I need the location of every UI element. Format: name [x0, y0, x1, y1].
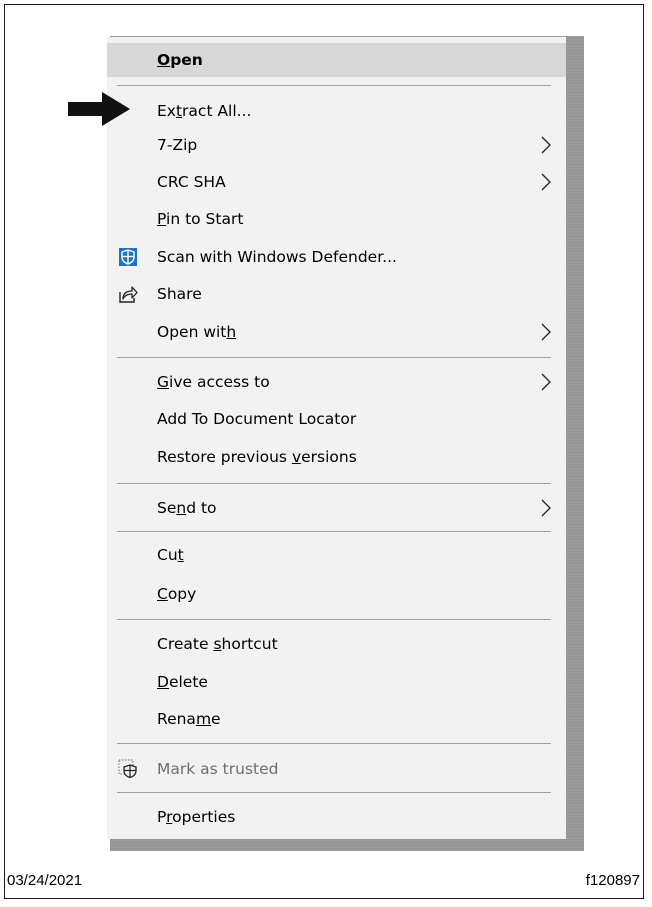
- menu-separator: [117, 531, 551, 532]
- share-icon: [119, 286, 138, 303]
- menu-item-label: Restore previous versions: [157, 448, 357, 466]
- menu-item-label: Pin to Start: [157, 210, 244, 228]
- menu-item-cut[interactable]: Cut: [107, 538, 566, 572]
- menu-item-share[interactable]: Share: [107, 277, 566, 311]
- menu-item-label: Extract All...: [157, 102, 252, 120]
- menu-separator: [117, 792, 551, 793]
- menu-item-label: Delete: [157, 673, 208, 691]
- menu-item-7zip[interactable]: 7-Zip: [107, 128, 566, 162]
- mark-trusted-shield-icon: [118, 759, 137, 779]
- menu-item-restore-previous-versions[interactable]: Restore previous versions: [107, 440, 566, 474]
- chevron-right-icon: [541, 499, 551, 517]
- menu-item-send-to[interactable]: Send to: [107, 491, 566, 525]
- menu-item-open-with[interactable]: Open with: [107, 315, 566, 349]
- menu-separator: [117, 85, 551, 86]
- menu-separator: [117, 357, 551, 358]
- menu-item-properties[interactable]: Properties: [107, 800, 566, 834]
- windows-defender-shield-icon: [119, 248, 137, 266]
- menu-item-scan-defender[interactable]: Scan with Windows Defender...: [107, 240, 566, 274]
- menu-item-label: Give access to: [157, 373, 270, 391]
- right-arrow-icon: [68, 92, 130, 126]
- menu-item-copy[interactable]: Copy: [107, 577, 566, 611]
- menu-item-crc-sha[interactable]: CRC SHA: [107, 165, 566, 199]
- menu-item-label: Open with: [157, 323, 237, 341]
- menu-item-add-to-document-locator[interactable]: Add To Document Locator: [107, 402, 566, 436]
- menu-separator: [117, 483, 551, 484]
- menu-item-label: Cut: [157, 546, 184, 564]
- chevron-right-icon: [541, 323, 551, 341]
- menu-item-label: CRC SHA: [157, 173, 226, 191]
- menu-item-label: Rename: [157, 710, 221, 728]
- figure-date: 03/24/2021: [7, 872, 83, 889]
- chevron-right-icon: [541, 373, 551, 391]
- menu-item-label: Properties: [157, 808, 236, 826]
- menu-item-label: Scan with Windows Defender...: [157, 248, 397, 266]
- chevron-right-icon: [541, 173, 551, 191]
- menu-item-label: Mark as trusted: [157, 760, 279, 778]
- menu-item-label: Create shortcut: [157, 635, 278, 653]
- menu-item-label: Open: [157, 51, 203, 69]
- menu-item-rename[interactable]: Rename: [107, 702, 566, 736]
- menu-item-mark-as-trusted: Mark as trusted: [107, 752, 566, 786]
- chevron-right-icon: [541, 136, 551, 154]
- menu-item-create-shortcut[interactable]: Create shortcut: [107, 627, 566, 661]
- context-menu: Open Extract All... 7-Zip CRC SHA Pin to…: [107, 37, 566, 839]
- menu-separator: [117, 619, 551, 620]
- menu-item-delete[interactable]: Delete: [107, 665, 566, 699]
- menu-item-pin-to-start[interactable]: Pin to Start: [107, 202, 566, 236]
- menu-separator: [117, 743, 551, 744]
- menu-item-label: Send to: [157, 499, 217, 517]
- menu-item-label: Copy: [157, 585, 197, 603]
- menu-item-label: 7-Zip: [157, 136, 198, 154]
- menu-item-label: Share: [157, 285, 202, 303]
- menu-item-open[interactable]: Open: [107, 43, 566, 77]
- menu-item-extract-all[interactable]: Extract All...: [107, 94, 566, 128]
- menu-item-give-access[interactable]: Give access to: [107, 365, 566, 399]
- figure-id: f120897: [585, 872, 640, 889]
- menu-item-label: Add To Document Locator: [157, 410, 357, 428]
